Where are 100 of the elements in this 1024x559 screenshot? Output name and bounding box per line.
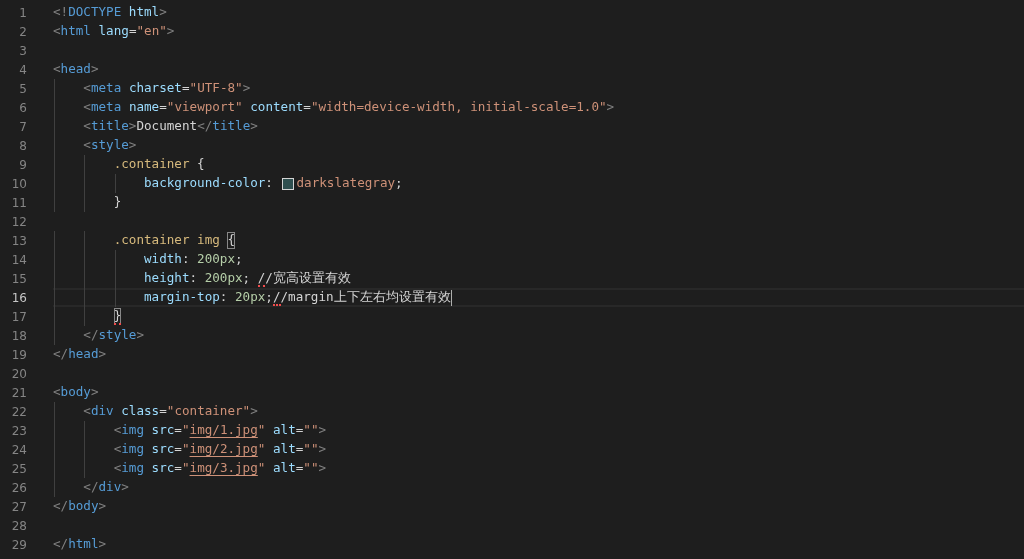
code-token: < [83, 403, 91, 420]
line-number: 14 [10, 252, 27, 267]
code-token: = [181, 80, 190, 97]
code-token: > [318, 422, 327, 439]
code-token: 20px [235, 289, 266, 306]
line-number: 4 [18, 62, 27, 77]
code-token: = [295, 460, 304, 477]
code-token: = [303, 99, 311, 116]
code-token: .container img [113, 232, 221, 249]
color-swatch-icon[interactable] [281, 177, 294, 190]
code-token: </ [197, 118, 213, 135]
code-token: { [197, 156, 205, 173]
code-token: 200px [197, 251, 235, 268]
line-number: 18 [10, 328, 27, 343]
line-number: 27 [10, 499, 27, 514]
code-token: < [113, 441, 122, 458]
line-number: 22 [10, 404, 27, 419]
line-number: 5 [18, 81, 27, 96]
code-token: < [53, 23, 61, 40]
code-token: alt [273, 441, 296, 458]
code-token: < [113, 422, 122, 439]
code-token: < [83, 118, 91, 135]
code-token: " [257, 441, 266, 458]
line-number: 19 [10, 347, 27, 362]
code-token: > [98, 536, 107, 553]
code-token: src [151, 422, 175, 439]
line-number: 2 [18, 24, 27, 39]
code-token: < [113, 460, 122, 477]
code-token: /宽高设置有效 [265, 270, 351, 287]
line-number: 11 [10, 195, 27, 210]
line-number: 3 [18, 43, 27, 58]
code-token: ; [265, 289, 273, 306]
code-token: /margin上下左右均设置有效 [280, 289, 451, 306]
code-token: " [181, 441, 190, 458]
line-number: 29 [10, 537, 27, 552]
line-number: 26 [10, 480, 27, 495]
code-token: > [250, 403, 258, 420]
code-token: < [83, 137, 91, 154]
code-token: title [212, 118, 251, 135]
file-link[interactable]: img/2.jpg [189, 441, 258, 458]
line-number: 13 [10, 233, 27, 248]
code-token: alt [273, 422, 296, 439]
code-token: img [121, 422, 144, 439]
code-token: head [60, 61, 91, 78]
code-token: name [128, 99, 160, 116]
code-token: src [151, 441, 175, 458]
file-link[interactable]: img/3.jpg [189, 460, 258, 477]
code-token: ; [242, 270, 252, 287]
code-token: = [174, 460, 182, 477]
code-token: body [60, 384, 91, 401]
line-number: 16 [10, 290, 27, 305]
code-token: : [219, 289, 229, 306]
code-token: <! [53, 4, 69, 21]
code-token: = [295, 441, 304, 458]
code-token: darkslategray [296, 175, 396, 192]
code-token: img [121, 441, 144, 458]
code-token: Document [136, 118, 198, 135]
line-number: 10 [10, 176, 27, 191]
code-token: </ [53, 536, 69, 553]
line-number: 7 [18, 119, 27, 134]
code-token: > [606, 99, 615, 116]
line-number: 21 [10, 385, 27, 400]
code-token: "" [303, 422, 319, 439]
code-token: style [90, 137, 129, 154]
code-token: = [128, 23, 137, 40]
code-token: = [295, 422, 304, 439]
line-number: 28 [10, 518, 27, 533]
code-token: > [128, 118, 137, 135]
code-token: alt [273, 460, 296, 477]
line-number: 23 [10, 423, 27, 438]
code-token: = [174, 422, 182, 439]
code-token: > [159, 4, 167, 21]
code-token: </ [53, 346, 69, 363]
code-token: > [166, 23, 175, 40]
line-number: 20 [10, 366, 27, 381]
code-token: "en" [136, 23, 167, 40]
code-token: head [68, 346, 99, 363]
file-link[interactable]: img/1.jpg [189, 422, 258, 439]
code-token: = [159, 99, 167, 116]
line-number: 25 [10, 461, 27, 476]
code-token: > [318, 441, 327, 458]
line-number: 24 [10, 442, 27, 457]
code-token: html [128, 4, 160, 21]
code-token: background-color [144, 175, 266, 192]
code-token: img [121, 460, 144, 477]
code-token: "width=device-width, initial-scale=1.0" [310, 99, 607, 116]
code-token: "" [303, 460, 319, 477]
code-token: / [257, 270, 266, 287]
code-token: ; [395, 175, 403, 192]
code-token: " [257, 422, 266, 439]
code-token: charset [128, 80, 182, 97]
code-token: { [227, 232, 235, 249]
code-token: "container" [166, 403, 251, 420]
code-token: > [90, 61, 99, 78]
code-token: " [257, 460, 266, 477]
code-token: content [250, 99, 304, 116]
code-token: > [318, 460, 327, 477]
code-token: html [60, 23, 91, 40]
code-token: " [181, 422, 190, 439]
code-token: > [128, 137, 137, 154]
